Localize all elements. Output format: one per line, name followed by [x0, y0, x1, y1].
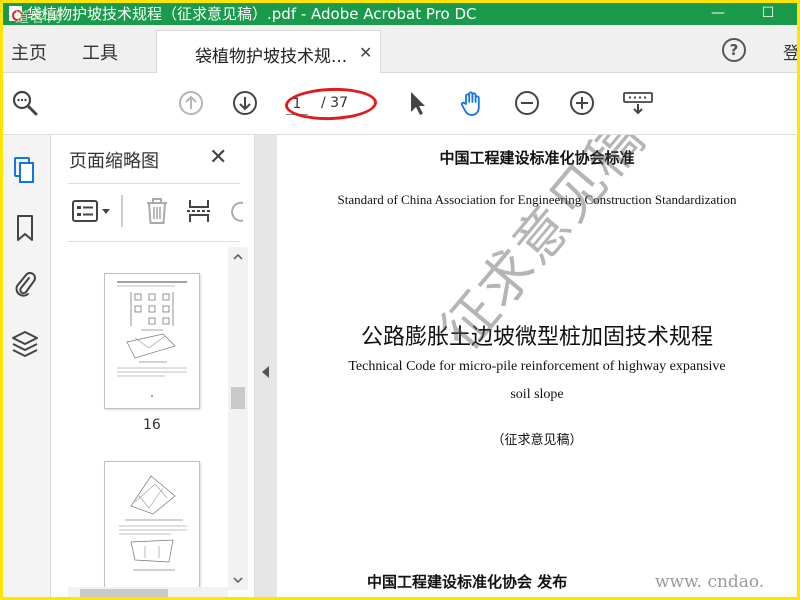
panel-divider	[68, 241, 240, 242]
rotate-page-icon[interactable]	[227, 197, 243, 225]
search-icon[interactable]	[11, 89, 39, 117]
close-panel-icon[interactable]: ✕	[209, 145, 227, 170]
tool-separator	[121, 195, 123, 227]
previous-page-icon[interactable]	[177, 89, 205, 117]
close-tab-icon[interactable]: ✕	[359, 43, 372, 62]
panel-collapse-handle[interactable]	[255, 135, 277, 597]
page-display-icon[interactable]	[621, 89, 655, 117]
select-cursor-icon[interactable]	[403, 89, 431, 117]
collapse-arrow-icon	[262, 366, 269, 378]
document-tab[interactable]: 袋植物护坡技术规... ✕	[156, 30, 381, 74]
window-title: 袋植物护坡技术规程（征求意见稿）.pdf - Adobe Acrobat Pro…	[27, 5, 477, 23]
watermark-logo: 道客网	[15, 10, 63, 26]
title-bar: 袋植物护坡技术规程（征求意见稿）.pdf - Adobe Acrobat Pro…	[3, 3, 797, 26]
thumbnail-page-number: 16	[143, 417, 161, 433]
document-tab-label: 袋植物护坡技术规...	[195, 47, 348, 67]
help-icon[interactable]: ?	[722, 38, 746, 62]
panel-divider	[68, 183, 240, 184]
hand-tool-icon[interactable]	[458, 89, 486, 117]
scrollbar-thumb[interactable]	[231, 387, 245, 409]
site-watermark: www. cndao. com	[655, 572, 765, 597]
association-name-cn: 中国工程建设标准化协会标准	[439, 149, 635, 167]
maximize-button[interactable]: ☐	[753, 3, 783, 25]
minimize-button[interactable]: —	[703, 3, 733, 25]
home-menu[interactable]: 主页	[11, 39, 47, 65]
scrollbar-thumb[interactable]	[80, 589, 168, 597]
left-rail	[3, 135, 51, 597]
red-highlight-annotation	[284, 86, 378, 122]
layers-icon[interactable]	[11, 329, 39, 359]
thumbnail-scrollbar[interactable]	[228, 247, 248, 590]
tools-menu[interactable]: 工具	[82, 39, 118, 65]
draft-note: （征求意见稿）	[491, 433, 583, 448]
delete-page-icon[interactable]	[143, 197, 171, 225]
thumbnail-horizontal-scrollbar[interactable]	[68, 587, 228, 597]
extract-page-icon[interactable]	[185, 197, 213, 225]
thumbnail-options-icon[interactable]	[71, 197, 115, 225]
zoom-in-icon[interactable]	[568, 89, 596, 117]
menu-bar: 主页 工具 袋植物护坡技术规... ✕ ? 登	[3, 25, 797, 74]
attachments-icon[interactable]	[11, 269, 39, 299]
document-title-en-line2: soil slope	[510, 387, 564, 402]
signin-link[interactable]: 登	[783, 39, 797, 64]
page-thumbnails-icon[interactable]	[11, 155, 39, 185]
document-view[interactable]: 中国工程建设标准化协会标准 Standard of China Associat…	[277, 135, 797, 597]
document-title-cn: 公路膨胀土边坡微型桩加固技术规程	[360, 325, 713, 350]
panel-title: 页面缩略图	[69, 151, 159, 172]
bookmarks-icon[interactable]	[11, 213, 39, 243]
document-title-en-line1: Technical Code for micro-pile reinforcem…	[348, 359, 726, 374]
page-thumbnail[interactable]	[104, 273, 200, 409]
toolbar: 1 / 37	[3, 73, 797, 135]
page-thumbnail[interactable]	[104, 461, 200, 597]
thumbnail-panel: 页面缩略图 ✕ 16	[51, 135, 255, 597]
next-page-icon[interactable]	[231, 89, 259, 117]
zoom-out-icon[interactable]	[513, 89, 541, 117]
app-window: 袋植物护坡技术规程（征求意见稿）.pdf - Adobe Acrobat Pro…	[3, 3, 797, 597]
